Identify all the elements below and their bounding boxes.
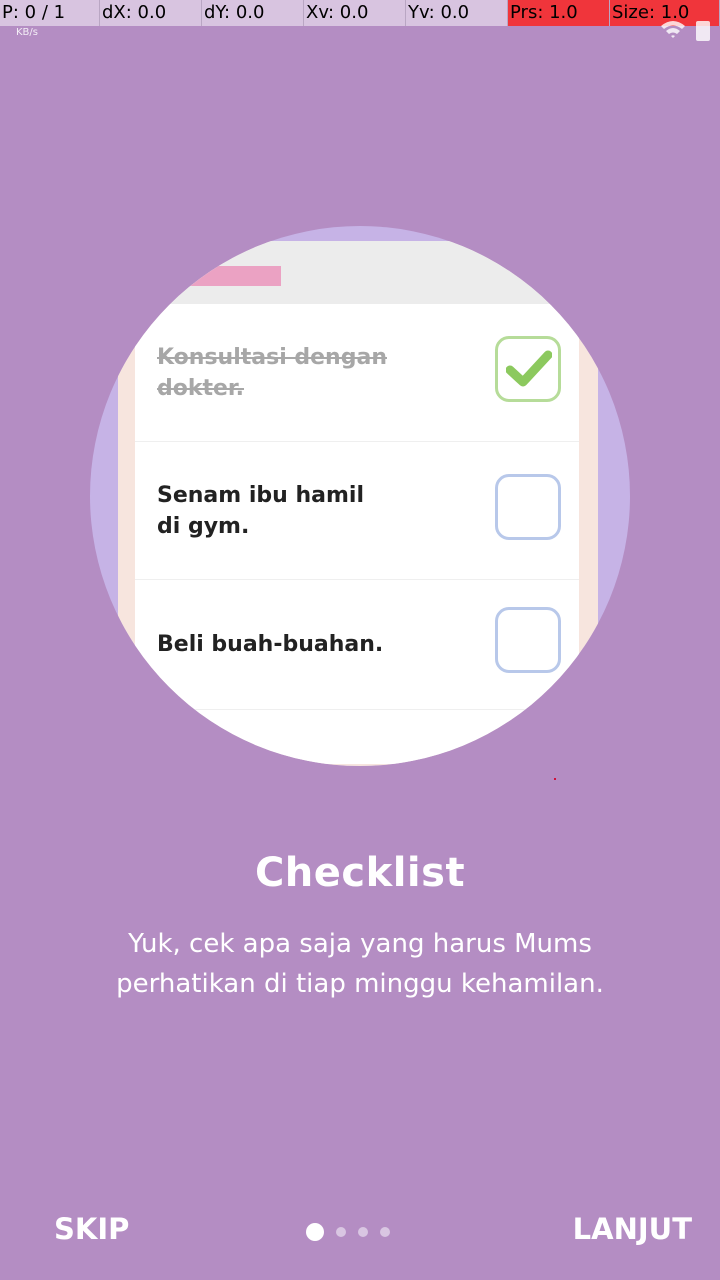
checklist-item: Senam ibu hamil di gym. <box>135 442 579 580</box>
page-dot <box>336 1227 346 1237</box>
checkbox-unchecked <box>495 474 561 540</box>
wifi-icon <box>660 17 686 45</box>
checklist-item-label: Senam ibu hamil di gym. <box>157 482 364 539</box>
skip-button[interactable]: SKIP <box>54 1212 129 1246</box>
page-dot <box>380 1227 390 1237</box>
checklist-item: Beli buah-buahan. <box>135 580 579 710</box>
debug-dy: dY: 0.0 <box>202 0 304 26</box>
debug-overlay: P: 0 / 1 dX: 0.0 dY: 0.0 Xv: 0.0 Yv: 0.0… <box>0 0 720 26</box>
debug-dx: dX: 0.0 <box>100 0 202 26</box>
debug-xv: Xv: 0.0 <box>304 0 406 26</box>
checkbox-unchecked <box>495 607 561 673</box>
card-header <box>118 241 598 304</box>
checklist-illustration: Konsultasi dengan dokter. Senam ibu hami… <box>90 226 630 766</box>
next-button[interactable]: LANJUT <box>573 1212 692 1246</box>
check-icon <box>506 350 552 387</box>
page-dot-active <box>306 1223 324 1241</box>
debug-pressure: Prs: 1.0 <box>508 0 610 26</box>
battery-icon <box>696 21 710 41</box>
onboarding-title: Checklist <box>254 850 466 896</box>
header-bar <box>146 266 281 286</box>
checklist-card: Konsultasi dengan dokter. Senam ibu hami… <box>118 241 598 766</box>
checklist-item: Konsultasi dengan dokter. <box>135 304 579 442</box>
touch-dot <box>554 778 556 780</box>
page-indicator <box>306 1223 390 1241</box>
checklist-list: Konsultasi dengan dokter. Senam ibu hami… <box>135 304 579 764</box>
checklist-item-label: Konsultasi dengan dokter. <box>157 344 387 401</box>
page-dot <box>358 1227 368 1237</box>
checkbox-checked <box>495 336 561 402</box>
debug-yv: Yv: 0.0 <box>406 0 508 26</box>
onboarding-description: Yuk, cek apa saja yang harus Mums perhat… <box>116 929 604 999</box>
debug-pointer: P: 0 / 1 <box>0 0 100 26</box>
status-icons <box>660 20 710 42</box>
checklist-item-label: Beli buah-buahan. <box>157 632 384 657</box>
network-speed-unit: KB/s <box>16 27 38 38</box>
